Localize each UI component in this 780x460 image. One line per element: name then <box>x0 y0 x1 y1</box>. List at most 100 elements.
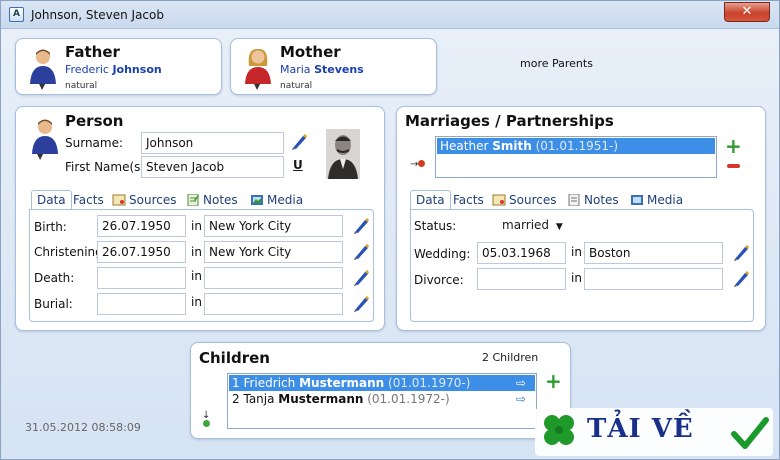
father-relation: natural <box>65 81 98 91</box>
marriage-tab-media[interactable]: Media <box>627 191 683 211</box>
mother-last-name: Stevens <box>314 63 364 76</box>
add-child-button[interactable]: + <box>545 371 562 391</box>
father-last-name: Johnson <box>112 63 162 76</box>
burial-date-input[interactable] <box>97 293 186 315</box>
tab-label: Facts <box>73 193 104 207</box>
status-dropdown[interactable]: married ▼ <box>502 218 563 232</box>
status-label: Status: <box>414 219 457 233</box>
go-arrow-icon[interactable]: ⇨ <box>516 391 526 407</box>
marriage-tab-facts[interactable]: Facts <box>450 191 484 211</box>
child-date: (01.01.1970-) <box>388 376 471 390</box>
christening-in-label: in <box>191 245 202 259</box>
father-card[interactable]: ▼ Father Frederic Johnson natural <box>15 38 222 95</box>
death-in-label: in <box>191 269 202 283</box>
christening-place-input[interactable]: New York City <box>204 241 343 263</box>
birth-date-input[interactable]: 26.07.1950 <box>97 215 186 237</box>
window-title: Johnson, Steven Jacob <box>31 8 164 22</box>
person-tab-data[interactable]: Data <box>31 190 72 210</box>
partner-row-selected[interactable]: Heather Smith (01.01.1951-) <box>437 138 715 154</box>
partner-first-name: Heather <box>440 139 489 153</box>
child-number: 2 <box>232 392 240 406</box>
divorce-in-label: in <box>571 271 582 285</box>
person-male-icon <box>32 119 58 154</box>
media-icon <box>631 195 643 205</box>
death-edit-pen-icon[interactable] <box>352 269 370 287</box>
person-panel: ▼ Person Surname: Johnson First Name(s):… <box>15 106 385 331</box>
person-photo[interactable] <box>326 129 360 179</box>
main-window: A Johnson, Steven Jacob ✕ ▼ Father Frede… <box>0 0 780 460</box>
christening-edit-pen-icon[interactable] <box>352 243 370 261</box>
wedding-edit-pen-icon[interactable] <box>732 244 750 262</box>
children-list[interactable]: 1 Friedrich Mustermann (01.01.1970-) ⇨ 2… <box>227 373 537 429</box>
tab-label: Notes <box>584 193 619 207</box>
go-to-child-arrow-icon[interactable]: ↓ <box>202 411 210 429</box>
firstname-input[interactable]: Steven Jacob <box>141 156 284 178</box>
person-tab-media[interactable]: Media <box>247 191 303 211</box>
father-name-link[interactable]: Frederic Johnson <box>65 63 162 76</box>
go-arrow-icon[interactable]: ⇨ <box>516 375 526 391</box>
watermark-text: TẢI VỀ <box>587 414 694 444</box>
add-partner-button[interactable]: + <box>725 136 742 156</box>
father-dropdown-arrow-icon[interactable]: ▼ <box>39 82 45 91</box>
person-tab-facts[interactable]: Facts <box>70 191 104 211</box>
underline-name-button[interactable]: U <box>293 158 303 172</box>
close-button[interactable]: ✕ <box>724 2 770 22</box>
marriages-panel: Marriages / Partnerships → Heather Smith… <box>396 106 766 331</box>
status-timestamp: 31.05.2012 08:58:09 <box>25 421 141 434</box>
surname-edit-pen-icon[interactable] <box>290 133 308 151</box>
child-date: (01.01.1972-) <box>367 392 450 406</box>
surname-input[interactable]: Johnson <box>141 132 284 154</box>
notes-icon <box>568 194 580 206</box>
tab-label: Sources <box>129 193 177 207</box>
divorce-place-input[interactable] <box>584 268 723 290</box>
birth-place-input[interactable]: New York City <box>204 215 343 237</box>
christening-date-input[interactable]: 26.07.1950 <box>97 241 186 263</box>
wedding-date-input[interactable]: 05.03.1968 <box>477 242 566 264</box>
mother-heading: Mother <box>280 43 341 61</box>
title-bar: A Johnson, Steven Jacob <box>1 1 779 29</box>
go-to-partner-arrow-icon[interactable]: → <box>410 159 426 170</box>
marriages-heading: Marriages / Partnerships <box>405 112 614 130</box>
mother-dropdown-arrow-icon[interactable]: ▼ <box>254 82 260 91</box>
wedding-in-label: in <box>571 245 582 259</box>
father-heading: Father <box>65 43 120 61</box>
child-row-selected[interactable]: 1 Friedrich Mustermann (01.01.1970-) ⇨ <box>229 375 535 391</box>
person-dropdown-arrow-icon[interactable]: ▼ <box>37 152 43 161</box>
person-tab-notes[interactable]: Notes <box>183 191 238 211</box>
checkmark-icon <box>731 417 769 449</box>
marriage-tab-sources[interactable]: Sources <box>489 191 556 211</box>
mother-first-name: Maria <box>280 63 311 76</box>
partner-last-name: Smith <box>492 139 532 153</box>
remove-partner-button[interactable] <box>727 164 740 168</box>
death-label: Death: <box>34 271 75 285</box>
child-row[interactable]: 2 Tanja Mustermann (01.01.1972-) ⇨ <box>229 391 535 407</box>
person-heading: Person <box>65 112 124 130</box>
divorce-label: Divorce: <box>414 273 464 287</box>
burial-place-input[interactable] <box>204 293 343 315</box>
partners-list[interactable]: Heather Smith (01.01.1951-) <box>435 136 717 178</box>
burial-label: Burial: <box>34 297 73 311</box>
death-date-input[interactable] <box>97 267 186 289</box>
death-place-input[interactable] <box>204 267 343 289</box>
chevron-down-icon: ▼ <box>555 222 563 232</box>
marriage-tab-notes[interactable]: Notes <box>564 191 619 211</box>
person-tab-sources[interactable]: Sources <box>109 191 176 211</box>
marriage-tab-data[interactable]: Data <box>410 190 451 210</box>
birth-in-label: in <box>191 219 202 233</box>
tab-label: Facts <box>453 193 484 207</box>
child-last-name: Mustermann <box>299 376 385 390</box>
wedding-place-input[interactable]: Boston <box>584 242 723 264</box>
birth-edit-pen-icon[interactable] <box>352 217 370 235</box>
birth-label: Birth: <box>34 220 67 234</box>
child-first-name: Tanja <box>243 392 275 406</box>
child-last-name: Mustermann <box>278 392 364 406</box>
divorce-date-input[interactable] <box>477 268 566 290</box>
more-parents-link[interactable]: more Parents <box>520 57 593 70</box>
tab-label: Sources <box>509 193 557 207</box>
four-leaf-clover-icon <box>544 415 574 445</box>
female-person-icon <box>245 48 271 84</box>
mother-card[interactable]: ▼ Mother Maria Stevens natural <box>230 38 437 95</box>
burial-edit-pen-icon[interactable] <box>352 295 370 313</box>
mother-name-link[interactable]: Maria Stevens <box>280 63 364 76</box>
divorce-edit-pen-icon[interactable] <box>732 270 750 288</box>
